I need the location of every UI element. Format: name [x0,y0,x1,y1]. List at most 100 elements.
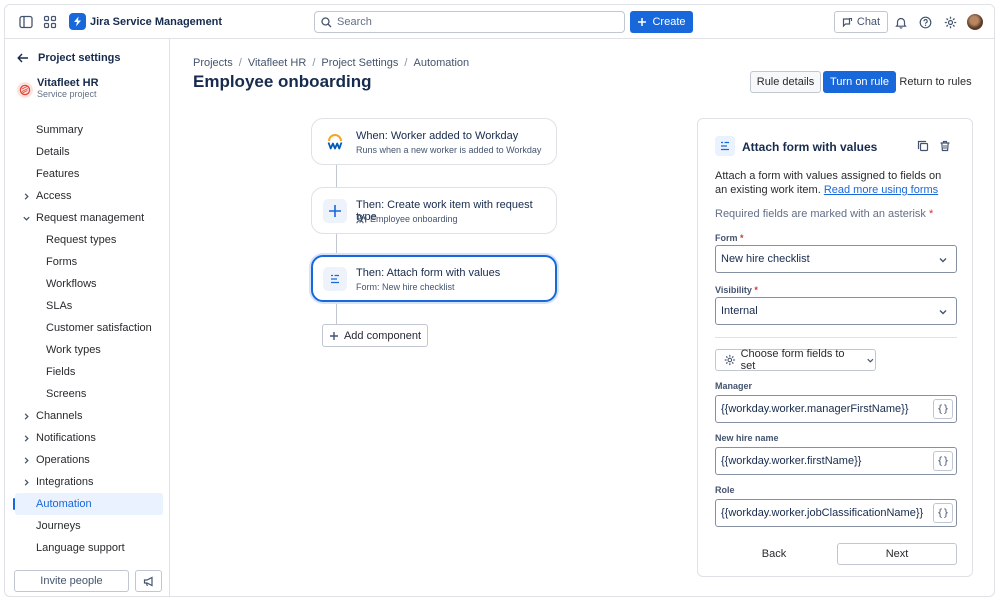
sidebar-item-workflows[interactable]: Workflows [15,273,163,295]
visibility-field-label: Visibility * [715,285,758,295]
sidebar-item-label: Workflows [46,278,97,290]
chat-label: Chat [856,16,881,28]
choose-form-fields-button[interactable]: Choose form fields to set [715,348,876,372]
trigger-subtitle-text: Runs when a new worker is added to Workd… [356,145,542,155]
workday-logo-icon [323,130,347,154]
smart-value-braces-icon[interactable]: {} [933,451,953,471]
sidebar-item-label: Operations [36,454,90,466]
panel-title: Attach form with values [742,140,878,154]
chat-button[interactable]: Chat [834,11,888,33]
sidebar-item-customer-satisfaction[interactable]: Customer satisfaction [15,317,163,339]
create-label: Create [652,16,686,28]
invite-people-button[interactable]: Invite people [14,570,129,592]
field-label-manager: Manager [715,381,753,391]
required-fields-note: Required fields are marked with an aster… [715,208,933,220]
app-switcher-icon[interactable] [41,13,59,31]
sidebar-item-journeys[interactable]: Journeys [15,515,163,537]
role-field[interactable]: {{workday.worker.jobClassificationName}}… [715,499,957,527]
user-avatar[interactable] [967,14,983,30]
back-button[interactable]: Back [715,543,833,565]
rule-details-button[interactable]: Rule details [750,71,821,93]
plus-icon [323,199,347,223]
project-settings-back-link[interactable]: Project settings [17,52,121,64]
breadcrumb-link[interactable]: Project Settings [321,57,398,69]
add-component-button[interactable]: Add component [322,324,428,347]
action2-subtitle: Form: New hire checklist [356,282,455,292]
chevron-right-icon[interactable] [21,477,31,487]
duplicate-icon[interactable] [917,140,929,155]
required-asterisk: * [929,208,934,220]
plus-icon [638,18,647,26]
flow-connector [336,165,337,187]
manager-field[interactable]: {{workday.worker.managerFirstName}} {} [715,395,957,423]
action2-subtitle-text: Form: New hire checklist [356,282,455,292]
new-hire-name-field-value: {{workday.worker.firstName}} [721,455,862,467]
chevron-down-icon[interactable] [21,213,31,223]
sidebar-item-label: Automation [36,498,92,510]
smart-value-braces-icon[interactable]: {} [933,399,953,419]
search-input[interactable]: Search [314,11,625,33]
next-button[interactable]: Next [837,543,957,565]
create-button[interactable]: Create [630,11,693,33]
help-icon[interactable] [916,13,934,31]
return-to-rules-button[interactable]: Return to rules [898,71,973,93]
sidebar-item-notifications[interactable]: Notifications [15,427,163,449]
visibility-label-text: Visibility [715,285,752,295]
breadcrumb-link[interactable]: Vitafleet HR [248,57,307,69]
sidebar-item-channels[interactable]: Channels [15,405,163,427]
form-select[interactable]: New hire checklist [715,245,957,273]
divider [715,337,957,338]
feedback-button[interactable] [135,570,162,592]
breadcrumb-link[interactable]: Projects [193,57,233,69]
sidebar-item-summary[interactable]: Summary [15,119,163,141]
action1-subtitle: Employee onboarding [356,214,458,224]
sidebar-item-features[interactable]: Features [15,163,163,185]
sidebar-item-slas[interactable]: SLAs [15,295,163,317]
sidebar-item-fields[interactable]: Fields [15,361,163,383]
delete-trash-icon[interactable] [939,140,951,155]
sidebar-item-request-types[interactable]: Request types [15,229,163,251]
sidebar-item-operations[interactable]: Operations [15,449,163,471]
new-hire-name-field[interactable]: {{workday.worker.firstName}} {} [715,447,957,475]
flow-connector [336,303,337,324]
visibility-select[interactable]: Internal [715,297,957,325]
trigger-card[interactable]: When: Worker added to Workday Runs when … [311,118,557,165]
action1-subtitle-text: Employee onboarding [370,214,458,224]
create-work-item-action-card[interactable]: Then: Create work item with request type… [311,187,557,234]
sidebar-toggle-icon[interactable] [17,13,35,31]
smart-value-braces-icon[interactable]: {} [933,503,953,523]
attach-form-action-card[interactable]: Then: Attach form with values Form: New … [311,255,557,302]
turn-on-rule-button[interactable]: Turn on rule [823,71,896,93]
sidebar-item-automation[interactable]: Automation [13,493,163,515]
chevron-right-icon[interactable] [21,191,31,201]
chevron-right-icon[interactable] [21,455,31,465]
required-note-text: Required fields are marked with an aster… [715,208,926,220]
trigger-title: When: Worker added to Workday [356,130,519,142]
sidebar-item-label: Screens [46,388,87,400]
sidebar-item-access[interactable]: Access [15,185,163,207]
sidebar-item-label: Forms [46,256,78,268]
jira-service-management-logo-icon[interactable] [69,13,86,30]
sidebar-item-label: Integrations [36,476,94,488]
sidebar-item-integrations[interactable]: Integrations [15,471,163,493]
sidebar-item-work-types[interactable]: Work types [15,339,163,361]
sidebar: Project settings Vitafleet HR Service pr… [5,39,170,596]
sidebar-item-label: Customer satisfaction [46,322,152,334]
plus-icon [329,331,338,340]
notifications-bell-icon[interactable] [892,13,910,31]
sidebar-item-details[interactable]: Details [15,141,163,163]
sidebar-item-request-management[interactable]: Request management [15,207,163,229]
read-more-forms-link[interactable]: Read more using forms [824,184,938,196]
sidebar-item-screens[interactable]: Screens [15,383,163,405]
breadcrumb-link[interactable]: Automation [413,57,469,69]
chevron-right-icon[interactable] [21,411,31,421]
sidebar-item-language-support[interactable]: Language support [15,537,163,559]
visibility-select-value: Internal [721,305,758,317]
app-name[interactable]: Jira Service Management [90,16,222,28]
settings-gear-icon[interactable] [941,13,959,31]
chevron-right-icon[interactable] [21,433,31,443]
sidebar-item-forms[interactable]: Forms [15,251,163,273]
chevron-down-icon [867,358,874,363]
breadcrumb-separator: / [238,57,242,69]
sidebar-item-label: Features [36,168,80,180]
